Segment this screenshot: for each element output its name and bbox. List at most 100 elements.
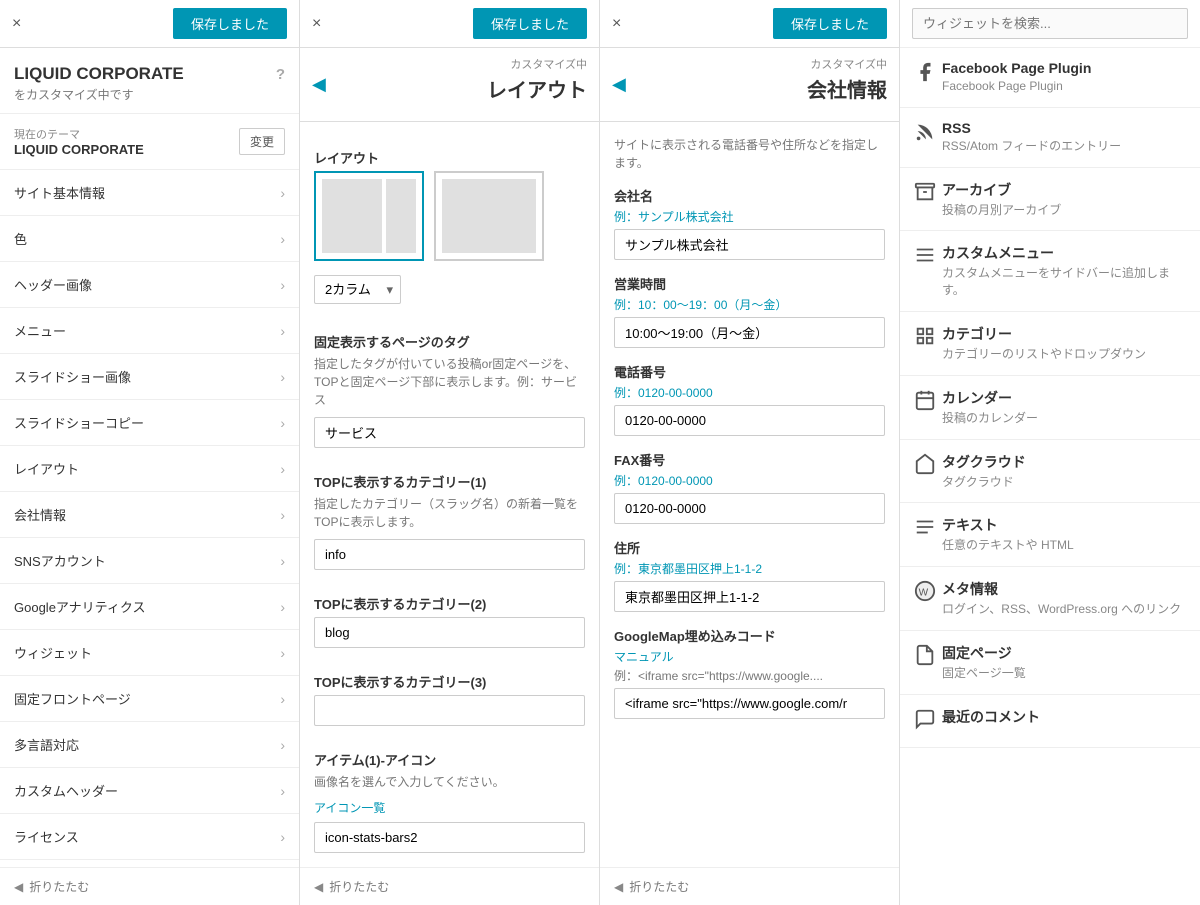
widget-name-2: アーカイブ — [942, 180, 1186, 200]
item1-icon-desc: 画像名を選んで入力してください。 — [314, 773, 585, 791]
tagcloud-icon — [914, 453, 942, 480]
back-button-layout[interactable]: ◀ — [312, 74, 326, 95]
nav-item-label: スライドショーコピー — [14, 413, 144, 432]
widget-item-9[interactable]: 固定ページ 固定ページ一覧 — [900, 631, 1200, 695]
nav-item-label: 固定フロントページ — [14, 689, 131, 708]
widget-desc-1: RSS/Atom フィードのエントリー — [942, 138, 1186, 155]
nav-item-3[interactable]: メニュー› — [0, 308, 299, 354]
save-button[interactable]: 保存しました — [173, 8, 287, 39]
layout-col-main — [322, 179, 382, 253]
nav-item-4[interactable]: スライドショー画像› — [0, 354, 299, 400]
widget-name-9: 固定ページ — [942, 643, 1186, 663]
widget-desc-8: ログイン、RSS、WordPress.org へのリンク — [942, 601, 1186, 618]
company-name-input[interactable] — [614, 229, 885, 260]
widget-item-1[interactable]: RSS RSS/Atom フィードのエントリー — [900, 108, 1200, 168]
theme-label: 現在のテーマ — [14, 126, 144, 142]
nav-item-9[interactable]: Googleアナリティクス› — [0, 584, 299, 630]
chevron-right-icon: › — [280, 369, 285, 385]
fold-footer-company[interactable]: ◀ 折りたたむ — [600, 867, 899, 905]
category1-input[interactable] — [314, 539, 585, 570]
change-theme-button[interactable]: 変更 — [239, 128, 285, 155]
widget-desc-2: 投稿の月別アーカイブ — [942, 202, 1186, 219]
fax-input[interactable] — [614, 493, 885, 524]
widget-item-0[interactable]: Facebook Page Plugin Facebook Page Plugi… — [900, 48, 1200, 108]
close-icon-company[interactable]: × — [612, 15, 621, 33]
fold-label-layout: 折りたたむ — [329, 878, 389, 895]
icon-list-link[interactable]: アイコン一覧 — [314, 801, 385, 815]
widget-item-8[interactable]: W メタ情報 ログイン、RSS、WordPress.org へのリンク — [900, 567, 1200, 631]
layout-option-2col[interactable] — [314, 171, 424, 261]
close-icon[interactable]: × — [12, 15, 21, 33]
widget-item-7[interactable]: テキスト 任意のテキストや HTML — [900, 503, 1200, 567]
back-button-company[interactable]: ◀ — [612, 74, 626, 95]
close-icon-layout[interactable]: × — [312, 15, 321, 33]
nav-item-11[interactable]: 固定フロントページ › — [0, 676, 299, 722]
nav-item-13[interactable]: カスタムヘッダー› — [0, 768, 299, 814]
category3-input[interactable] — [314, 695, 585, 726]
layout-select[interactable]: 2カラム 1カラム 3カラム — [314, 275, 401, 304]
nav-item-7[interactable]: 会社情報› — [0, 492, 299, 538]
phone-group: 電話番号 例：0120-00-0000 — [614, 362, 885, 436]
nav-item-6[interactable]: レイアウト› — [0, 446, 299, 492]
nav-item-12[interactable]: 多言語対応› — [0, 722, 299, 768]
googlemap-input[interactable] — [614, 688, 885, 719]
item1-icon-input[interactable] — [314, 822, 585, 853]
widget-item-6[interactable]: タグクラウド タグクラウド — [900, 440, 1200, 504]
phone-input[interactable] — [614, 405, 885, 436]
widget-desc-5: 投稿のカレンダー — [942, 410, 1186, 427]
hours-placeholder: 例：10：00〜19：00（月〜金） — [614, 296, 885, 313]
nav-item-10[interactable]: ウィジェット› — [0, 630, 299, 676]
widget-search-input[interactable] — [912, 8, 1188, 39]
fold-icon-layout: ◀ — [314, 880, 323, 894]
hours-input[interactable] — [614, 317, 885, 348]
googlemap-link[interactable]: マニュアル — [614, 648, 885, 665]
nav-item-1[interactable]: 色› — [0, 216, 299, 262]
nav-item-label: サイト基本情報 — [14, 183, 105, 202]
facebook-icon — [914, 61, 942, 88]
svg-text:W: W — [919, 588, 929, 599]
widget-desc-0: Facebook Page Plugin — [942, 78, 1186, 95]
widget-name-6: タグクラウド — [942, 452, 1186, 472]
chevron-right-icon: › — [280, 783, 285, 799]
title-area: LIQUID CORPORATE ? をカスタマイズ中です — [0, 48, 299, 114]
layout-options — [314, 171, 585, 261]
fixed-tag-label: 固定表示するページのタグ — [314, 332, 585, 351]
chevron-right-icon: › — [280, 185, 285, 201]
layout-select-wrapper[interactable]: 2カラム 1カラム 3カラム ▾ — [314, 275, 401, 304]
nav-item-8[interactable]: SNSアカウント› — [0, 538, 299, 584]
widget-item-10[interactable]: 最近のコメント — [900, 695, 1200, 748]
theme-name: LIQUID CORPORATE — [14, 142, 144, 157]
save-button-company[interactable]: 保存しました — [773, 8, 887, 39]
widget-item-2[interactable]: アーカイブ 投稿の月別アーカイブ — [900, 168, 1200, 232]
panel-main-header: × 保存しました — [0, 0, 299, 48]
fold-footer[interactable]: ◀ 折りたたむ — [0, 867, 299, 905]
widget-name-10: 最近のコメント — [942, 707, 1186, 727]
help-icon[interactable]: ? — [276, 66, 285, 83]
layout-option-1col[interactable] — [434, 171, 544, 261]
nav-item-5[interactable]: スライドショーコピー› — [0, 400, 299, 446]
menu-icon — [914, 244, 942, 271]
nav-item-0[interactable]: サイト基本情報 › — [0, 170, 299, 216]
nav-item-2[interactable]: ヘッダー画像› — [0, 262, 299, 308]
fax-placeholder: 例：0120-00-0000 — [614, 472, 885, 489]
layout-col-full — [442, 179, 536, 253]
logo-text: LIQUID CORPORATE — [14, 64, 184, 84]
fold-footer-layout[interactable]: ◀ 折りたたむ — [300, 867, 599, 905]
widget-item-4[interactable]: カテゴリー カテゴリーのリストやドロップダウン — [900, 312, 1200, 376]
chevron-right-icon: › — [280, 691, 285, 707]
widget-item-5[interactable]: カレンダー 投稿のカレンダー — [900, 376, 1200, 440]
layout-body: レイアウト 2カラム 1カラム 3カラム ▾ 固定表示するページのタグ 指定した… — [300, 122, 599, 867]
address-input[interactable] — [614, 581, 885, 612]
fold-icon: ◀ — [14, 880, 23, 894]
nav-list: サイト基本情報›色›ヘッダー画像›メニュー›スライドショー画像›スライドショーコ… — [0, 170, 299, 867]
category2-input[interactable] — [314, 617, 585, 648]
widget-desc-6: タグクラウド — [942, 474, 1186, 491]
nav-item-14[interactable]: ライセンス› — [0, 814, 299, 860]
fold-label-company: 折りたたむ — [629, 878, 689, 895]
widget-item-3[interactable]: カスタムメニュー カスタムメニューをサイドバーに追加します。 — [900, 231, 1200, 312]
panel-main: × 保存しました LIQUID CORPORATE ? をカスタマイズ中です 現… — [0, 0, 300, 905]
fixed-tag-desc: 指定したタグが付いている投稿or固定ページを、TOPと固定ページ下部に表示します… — [314, 355, 585, 409]
fixed-tag-input[interactable] — [314, 417, 585, 448]
save-button-layout[interactable]: 保存しました — [473, 8, 587, 39]
subtitle: をカスタマイズ中です — [14, 86, 285, 103]
